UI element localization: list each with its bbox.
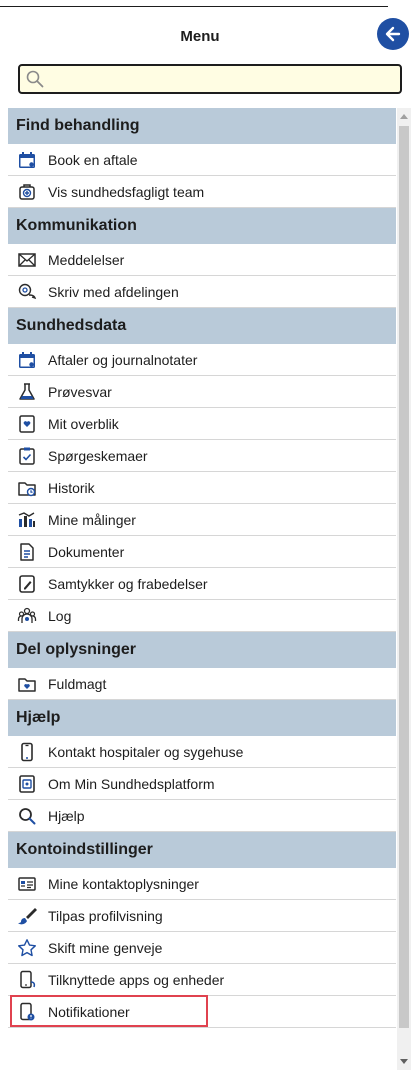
- menu-item[interactable]: Mine kontaktoplysninger: [8, 868, 396, 900]
- menu-item-label: Om Min Sundhedsplatform: [48, 775, 215, 792]
- contact-card-icon: [16, 873, 38, 895]
- consent-icon: [16, 573, 38, 595]
- folder-heart-icon: [16, 673, 38, 695]
- navigation-menu: Find behandling Book en aftale Vis sundhed…: [8, 108, 396, 1070]
- menu-item[interactable]: Hjælp: [8, 800, 396, 832]
- search-input[interactable]: [48, 67, 400, 91]
- menu-item-label: Historik: [48, 479, 95, 496]
- scroll-up-icon[interactable]: [400, 114, 408, 119]
- menu-item[interactable]: Samtykker og frabedelser: [8, 568, 396, 600]
- menu-item-label: Tilpas profilvisning: [48, 907, 163, 924]
- chat-icon: [16, 281, 38, 303]
- section-header: Kommunikation: [8, 208, 396, 244]
- search-icon: [16, 805, 38, 827]
- menu-item-label: Prøvesvar: [48, 383, 112, 400]
- menu-item[interactable]: Dokumenter: [8, 536, 396, 568]
- calendar-icon: [16, 149, 38, 171]
- menu-item[interactable]: Skriv med afdelingen: [8, 276, 396, 308]
- arrow-left-icon: [383, 24, 403, 44]
- menu-item[interactable]: Tilknyttede apps og enheder: [8, 964, 396, 996]
- menu-item[interactable]: Om Min Sundhedsplatform: [8, 768, 396, 800]
- envelope-icon: [16, 249, 38, 271]
- menu-header: Menu: [0, 0, 414, 60]
- scrollbar[interactable]: [397, 108, 411, 1070]
- document-icon: [16, 541, 38, 563]
- menu-item-label: Notifikationer: [48, 1003, 130, 1020]
- menu-item-label: Skift mine genveje: [48, 939, 163, 956]
- section-header: Hjælp: [8, 700, 396, 736]
- menu-item[interactable]: Fuldmagt: [8, 668, 396, 700]
- back-button[interactable]: [377, 18, 409, 50]
- calendar-icon: [16, 349, 38, 371]
- menu-item[interactable]: Spørgeskemaer: [8, 440, 396, 472]
- menu-item[interactable]: Mine målinger: [8, 504, 396, 536]
- checklist-icon: [16, 445, 38, 467]
- section-header: Sundhedsdata: [8, 308, 396, 344]
- menu-item-label: Fuldmagt: [48, 675, 107, 692]
- menu-item[interactable]: Prøvesvar: [8, 376, 396, 408]
- menu-item-label: Samtykker og frabedelser: [48, 575, 208, 592]
- section-header: Kontoindstillinger: [8, 832, 396, 868]
- scrollbar-thumb[interactable]: [399, 126, 409, 1028]
- medical-team-icon: [16, 181, 38, 203]
- folder-clock-icon: [16, 477, 38, 499]
- menu-item-label: Tilknyttede apps og enheder: [48, 971, 225, 988]
- menu-item-label: Log: [48, 607, 72, 624]
- menu-item-label: Spørgeskemaer: [48, 447, 148, 464]
- page-title: Menu: [180, 28, 220, 45]
- notification-device-icon: [16, 1001, 38, 1023]
- menu-item-label: Aftaler og journalnotater: [48, 351, 198, 368]
- star-icon: [16, 937, 38, 959]
- menu-item-label: Mine kontaktoplysninger: [48, 875, 199, 892]
- section-header: Del oplysninger: [8, 632, 396, 668]
- menu-item-label: Book en aftale: [48, 151, 138, 168]
- scroll-down-icon[interactable]: [400, 1059, 408, 1064]
- search-field[interactable]: [18, 64, 402, 94]
- menu-item[interactable]: Vis sundhedsfagligt team: [8, 176, 396, 208]
- info-box-icon: [16, 773, 38, 795]
- menu-item-label: Mine målinger: [48, 511, 136, 528]
- menu-item-label: Meddelelser: [48, 251, 125, 268]
- menu-item-label: Mit overblik: [48, 415, 119, 432]
- menu-item-label: Vis sundhedsfagligt team: [48, 183, 205, 200]
- heart-card-icon: [16, 413, 38, 435]
- menu-item-label: Hjælp: [48, 807, 85, 824]
- menu-item-label: Dokumenter: [48, 543, 125, 560]
- search-icon: [26, 68, 48, 90]
- device-link-icon: [16, 969, 38, 991]
- menu-item[interactable]: Tilpas profilvisning: [8, 900, 396, 932]
- menu-item[interactable]: Meddelelser: [8, 244, 396, 276]
- section-header: Find behandling: [8, 108, 396, 144]
- menu-item[interactable]: Log: [8, 600, 396, 632]
- menu-item[interactable]: Aftaler og journalnotater: [8, 344, 396, 376]
- menu-item[interactable]: Mit overblik: [8, 408, 396, 440]
- menu-item-label: Kontakt hospitaler og sygehuse: [48, 743, 244, 760]
- menu-item-label: Skriv med afdelingen: [48, 283, 179, 300]
- menu-item[interactable]: Skift mine genveje: [8, 932, 396, 964]
- menu-item[interactable]: Kontakt hospitaler og sygehuse: [8, 736, 396, 768]
- menu-item[interactable]: Book en aftale: [8, 144, 396, 176]
- menu-item[interactable]: Notifikationer: [8, 995, 396, 1028]
- measurements-icon: [16, 509, 38, 531]
- phone-icon: [16, 741, 38, 763]
- header-divider: [0, 6, 388, 7]
- people-log-icon: [16, 605, 38, 627]
- menu-item[interactable]: Historik: [8, 472, 396, 504]
- flask-icon: [16, 381, 38, 403]
- brush-icon: [16, 905, 38, 927]
